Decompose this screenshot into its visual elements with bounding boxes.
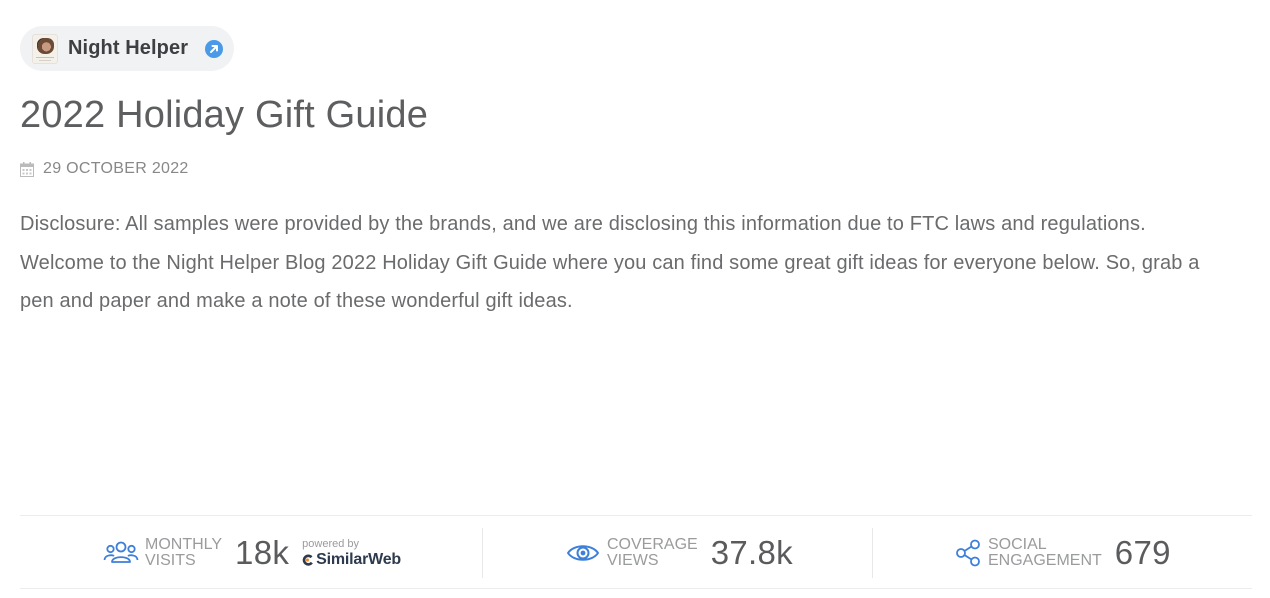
metrics-bar: MONTHLY VISITS 18k powered by SimilarWeb… — [20, 515, 1252, 589]
monthly-visits-value: 18k — [235, 534, 290, 571]
article-date-row: 29 OCTOBER 2022 — [20, 160, 189, 178]
metric-monthly-visits: MONTHLY VISITS 18k powered by SimilarWeb — [103, 516, 401, 590]
source-link[interactable]: Night Helper — [20, 26, 235, 71]
coverage-views-label: COVERAGE VIEWS — [607, 536, 698, 569]
metrics-divider — [482, 528, 483, 578]
social-engagement-value: 679 — [1114, 534, 1171, 571]
users-icon — [103, 541, 139, 563]
eye-icon — [567, 545, 599, 561]
monthly-visits-label: MONTHLY VISITS — [145, 536, 223, 569]
article-excerpt: Disclosure: All samples were provided by… — [20, 213, 1200, 312]
metrics-divider — [872, 528, 873, 578]
social-engagement-label: SOCIAL ENGAGEMENT — [988, 536, 1102, 569]
article-date: 29 OCTOBER 2022 — [43, 160, 189, 177]
similarweb-attribution[interactable]: powered by SimilarWeb — [302, 538, 401, 568]
metric-coverage-views: COVERAGE VIEWS 37.8k — [565, 516, 793, 590]
source-name: Night Helper — [68, 37, 189, 59]
coverage-views-value: 37.8k — [710, 534, 793, 571]
source-avatar — [32, 33, 58, 64]
article-title[interactable]: 2022 Holiday Gift Guide — [20, 94, 428, 137]
calendar-icon — [20, 161, 34, 177]
similarweb-logo-icon — [302, 554, 314, 566]
share-icon — [956, 539, 980, 567]
external-link-icon[interactable] — [204, 39, 224, 59]
metric-social-engagement: SOCIAL ENGAGEMENT 679 — [950, 516, 1171, 590]
